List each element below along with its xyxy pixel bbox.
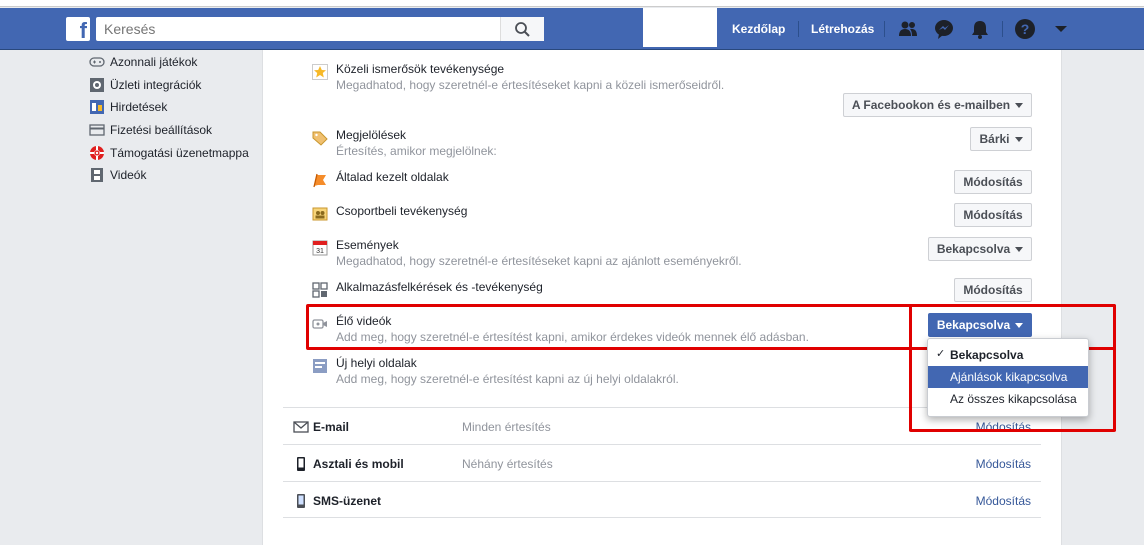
menu-item-recommendations-off[interactable]: Ajánlások kikapcsolva	[928, 366, 1088, 388]
menu-item-label: Bekapcsolva	[950, 348, 1024, 362]
settings-sidebar: Azonnali játékok Üzleti integrációk Hird…	[0, 50, 262, 545]
ads-icon	[90, 100, 104, 114]
group-icon	[312, 207, 328, 221]
flag-icon	[313, 173, 326, 188]
messenger-icon[interactable]	[933, 18, 955, 40]
calendar-icon: 31	[312, 240, 328, 256]
gear-icon	[90, 78, 104, 92]
section-value: Minden értesítés	[462, 420, 551, 434]
notifications-bell-icon[interactable]	[969, 18, 991, 40]
search-icon	[515, 22, 530, 37]
notification-title: Új helyi oldalak	[336, 356, 417, 370]
sidebar-item-label: Fizetési beállítások	[110, 123, 213, 137]
sidebar-item-ads[interactable]: Hirdetések	[89, 98, 167, 116]
search-input[interactable]	[96, 17, 544, 41]
sidebar-item-videos[interactable]: Videók	[89, 166, 146, 184]
menu-item-on[interactable]: ✓ Bekapcsolva	[928, 344, 1088, 366]
sms-section: SMS-üzenet Módosítás	[283, 481, 1041, 518]
notification-row-group-activity: Csoportbeli tevékenység	[312, 204, 1032, 224]
sidebar-item-label: Videók	[110, 168, 147, 182]
notification-description: Megadhatod, hogy szeretnél-e értesítések…	[336, 78, 725, 92]
sidebar-item-label: Azonnali játékok	[110, 55, 198, 69]
nav-divider	[798, 21, 799, 37]
nav-divider	[1002, 21, 1003, 37]
sidebar-item-support-inbox[interactable]: Támogatási üzenetmappa	[89, 144, 249, 162]
home-link[interactable]: Kezdőlap	[732, 22, 785, 36]
app-requests-edit-button[interactable]: Módosítás	[954, 278, 1032, 302]
desktop-mobile-edit-link[interactable]: Módosítás	[976, 457, 1031, 471]
page-icon	[313, 359, 327, 373]
section-title: E-mail	[313, 420, 350, 434]
button-label: Bekapcsolva	[936, 242, 1011, 256]
notification-row-managed-pages: Általad kezelt oldalak	[312, 170, 1032, 190]
sidebar-item-label: Támogatási üzenetmappa	[110, 146, 249, 160]
notification-description: Értesítés, amikor megjelölnek:	[336, 144, 497, 158]
sms-edit-link[interactable]: Módosítás	[976, 494, 1031, 508]
menu-item-label: Az összes kikapcsolása	[950, 392, 1077, 406]
button-label: A Facebookon és e-mailben	[851, 98, 1011, 112]
menu-item-all-off[interactable]: Az összes kikapcsolása	[928, 388, 1088, 410]
section-title: SMS-üzenet	[313, 494, 382, 508]
notification-title: Csoportbeli tevékenység	[336, 204, 468, 218]
events-status-dropdown-button[interactable]: Bekapcsolva	[928, 237, 1032, 261]
notification-row-tags: Megjelölések Értesítés, amikor megjelöln…	[312, 128, 1032, 162]
lifebuoy-icon	[90, 146, 104, 160]
sidebar-item-payment-settings[interactable]: Fizetési beállítások	[89, 121, 212, 139]
notification-title: Általad kezelt oldalak	[336, 170, 449, 184]
svg-text:?: ?	[1021, 21, 1030, 37]
caret-down-icon	[1015, 246, 1024, 252]
tags-audience-dropdown-button[interactable]: Bárki	[970, 127, 1032, 151]
checkmark-icon: ✓	[936, 348, 946, 360]
top-navigation-bar: f Kezdőlap Létrehozás ?	[0, 8, 1144, 50]
live-videos-status-menu: ✓ Bekapcsolva Ajánlások kikapcsolva Az ös…	[927, 338, 1089, 417]
notification-description: Add meg, hogy szeretnél-e értesítést kap…	[336, 372, 679, 386]
desktop-mobile-section: Asztali és mobil Néhány értesítés Módosí…	[283, 444, 1041, 481]
apps-icon	[312, 282, 328, 298]
sidebar-item-label: Hirdetések	[110, 100, 168, 114]
section-title: Asztali és mobil	[313, 457, 404, 471]
credit-card-icon	[89, 124, 105, 136]
notification-title: Események	[336, 238, 399, 252]
notification-title: Közeli ismerősök tevékenysége	[336, 62, 505, 76]
film-icon	[91, 168, 103, 182]
nav-divider	[884, 21, 885, 37]
tag-icon	[312, 131, 328, 146]
svg-text:31: 31	[316, 248, 324, 255]
facebook-logo[interactable]: f	[66, 17, 90, 43]
sidebar-item-label: Üzleti integrációk	[110, 78, 202, 92]
managed-pages-edit-button[interactable]: Módosítás	[954, 170, 1032, 194]
browser-strip	[0, 0, 1144, 7]
group-activity-edit-button[interactable]: Módosítás	[954, 203, 1032, 227]
notification-description: Megadhatod, hogy szeretnél-e értesítések…	[336, 254, 742, 268]
sidebar-item-business-integrations[interactable]: Üzleti integrációk	[89, 76, 201, 94]
star-icon	[312, 64, 328, 80]
notification-row-close-friends: Közeli ismerősök tevékenysége Megadhatod…	[312, 62, 1032, 96]
notification-row-app-requests: Alkalmazásfelkérések és -tevékenység	[312, 280, 1032, 300]
help-icon[interactable]: ?	[1014, 18, 1036, 40]
gamepad-icon	[89, 57, 105, 67]
friend-requests-icon[interactable]	[897, 18, 919, 40]
notification-row-events: 31 Események Megadhatod, hogy szeretnél-…	[312, 238, 1032, 272]
envelope-icon	[293, 421, 309, 433]
search-button[interactable]	[500, 17, 544, 41]
sidebar-item-instant-games[interactable]: Azonnali játékok	[89, 53, 197, 71]
section-value: Néhány értesítés	[462, 457, 553, 471]
caret-down-icon	[1014, 136, 1023, 142]
mobile-icon	[297, 457, 305, 471]
menu-item-label: Ajánlások kikapcsolva	[950, 370, 1068, 384]
notification-title: Megjelölések	[336, 128, 407, 142]
account-menu-chevron-down-icon[interactable]	[1050, 18, 1072, 40]
notification-title: Alkalmazásfelkérések és -tevékenység	[336, 280, 543, 294]
create-link[interactable]: Létrehozás	[811, 22, 874, 36]
phone-icon	[297, 494, 305, 508]
close-friends-dropdown-button[interactable]: A Facebookon és e-mailben	[843, 93, 1032, 117]
button-label: Bárki	[979, 132, 1010, 146]
profile-link[interactable]	[643, 8, 717, 47]
caret-down-icon	[1015, 102, 1024, 108]
